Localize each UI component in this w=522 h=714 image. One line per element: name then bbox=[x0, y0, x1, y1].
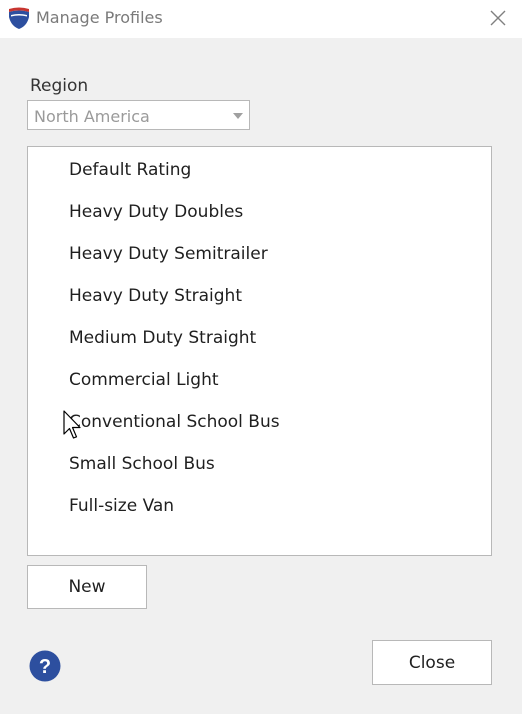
help-icon[interactable]: ? bbox=[29, 650, 61, 682]
region-dropdown[interactable]: North America bbox=[27, 100, 250, 130]
profile-list[interactable]: Default Rating Heavy Duty Doubles Heavy … bbox=[27, 146, 492, 556]
list-item[interactable]: Heavy Duty Straight bbox=[69, 286, 242, 306]
list-item[interactable]: Default Rating bbox=[69, 160, 191, 180]
close-icon[interactable] bbox=[489, 9, 507, 27]
list-item[interactable]: Commercial Light bbox=[69, 370, 219, 390]
region-selected-value: North America bbox=[34, 107, 150, 126]
list-item[interactable]: Small School Bus bbox=[69, 454, 215, 474]
list-item[interactable]: Heavy Duty Doubles bbox=[69, 202, 243, 222]
app-shield-icon bbox=[9, 7, 29, 29]
new-profile-button[interactable]: New bbox=[27, 565, 147, 609]
close-button[interactable]: Close bbox=[372, 640, 492, 685]
help-glyph: ? bbox=[39, 656, 51, 678]
chevron-down-icon bbox=[233, 113, 243, 119]
window-title: Manage Profiles bbox=[36, 8, 163, 27]
title-bar: Manage Profiles bbox=[0, 0, 522, 38]
list-item[interactable]: Heavy Duty Semitrailer bbox=[69, 244, 268, 264]
list-item[interactable]: Medium Duty Straight bbox=[69, 328, 256, 348]
list-item[interactable]: Full-size Van bbox=[69, 496, 174, 516]
region-label: Region bbox=[30, 76, 89, 96]
list-item[interactable]: Conventional School Bus bbox=[69, 412, 280, 432]
